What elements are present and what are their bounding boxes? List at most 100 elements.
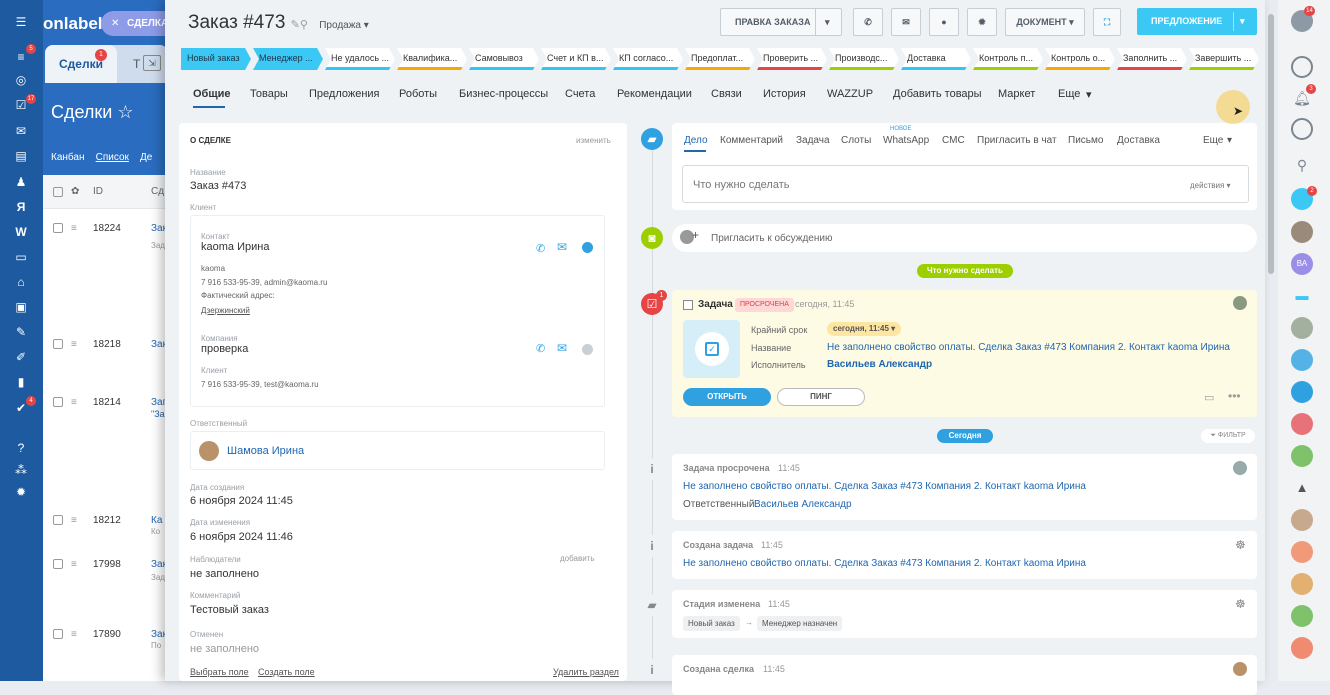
ping-button[interactable]: ПИНГ (777, 388, 865, 406)
composer-tab[interactable]: Доставка (1117, 135, 1160, 146)
delete-section-link[interactable]: Удалить раздел (553, 667, 619, 677)
download-icon[interactable]: ⇲ (143, 55, 161, 71)
stage-item[interactable]: Предоплат... (685, 48, 755, 70)
group-icon[interactable] (1291, 381, 1313, 403)
phone-icon[interactable]: ✆ (536, 242, 547, 255)
openline-icon[interactable] (1291, 637, 1313, 659)
document-button[interactable]: ДОКУМЕНТ ▾ (1005, 8, 1085, 36)
row-checkbox[interactable] (53, 515, 63, 525)
tab-item[interactable]: Бизнес-процессы (459, 88, 548, 100)
skype-icon[interactable] (582, 242, 593, 253)
tab-item[interactable]: Товары (250, 88, 288, 100)
phone-button[interactable]: ✆ (853, 8, 883, 36)
w-icon[interactable]: W (12, 224, 30, 240)
stage-item[interactable]: Производс... (829, 48, 899, 70)
bg-tab-deals[interactable]: Сделки (45, 45, 117, 83)
star-icon[interactable]: ☆ (117, 102, 133, 122)
email-button[interactable]: ✉ (891, 8, 921, 36)
row-checkbox[interactable] (53, 339, 63, 349)
executor-value[interactable]: Васильев Александр (827, 359, 932, 370)
composer-tab[interactable]: Задача (796, 135, 830, 146)
group-icon[interactable] (1291, 413, 1313, 435)
stage-item[interactable]: Квалифика... (397, 48, 467, 70)
history-resp-value[interactable]: Васильев Александр (754, 499, 852, 510)
notes-icon[interactable] (1291, 445, 1313, 467)
task-name-value[interactable]: Не заполнено свойство оплаты. Сделка Зак… (827, 342, 1230, 353)
row-checkbox[interactable] (53, 559, 63, 569)
calendar-icon[interactable]: ▤ (12, 148, 30, 164)
mail-icon[interactable]: ✉ (557, 341, 567, 355)
chart-icon[interactable]: ▮ (12, 374, 30, 390)
composer-tab[interactable]: Еще (1203, 135, 1223, 146)
bg-tab-next[interactable]: Т (133, 57, 140, 71)
chevron-down-icon[interactable]: ▾ (1086, 88, 1092, 101)
drag-icon[interactable]: ≡ (71, 339, 77, 350)
view-more[interactable]: Де (140, 152, 152, 163)
stage-item[interactable]: Не удалось ... (325, 48, 395, 70)
avatar[interactable]: ВА (1291, 253, 1313, 275)
history-link[interactable]: Не заполнено свойство оплаты. Сделка Зак… (683, 481, 1086, 492)
avatar[interactable] (1291, 573, 1313, 595)
stage-item[interactable]: Менеджер ... (253, 48, 323, 70)
drag-icon[interactable]: ≡ (71, 515, 77, 526)
stage-item[interactable]: Контроль п... (973, 48, 1043, 70)
chat-icon[interactable]: ◎ (12, 72, 30, 88)
invite-card[interactable]: + Пригласить к обсуждению (672, 224, 1257, 252)
chevron-down-icon[interactable]: ▾ (1240, 8, 1245, 35)
tab-item[interactable]: Добавить товары (893, 88, 982, 100)
edit-icon[interactable]: ✐ (12, 349, 30, 365)
edit-link[interactable]: изменить (576, 136, 611, 145)
drag-icon[interactable]: ≡ (71, 559, 77, 570)
settings-icon[interactable]: ✹ (12, 484, 30, 500)
responsible-name[interactable]: Шамова Ирина (227, 445, 304, 457)
tab-item[interactable]: Маркет (998, 88, 1035, 100)
tab-item[interactable]: WAZZUP (827, 88, 873, 100)
deadline-value[interactable]: сегодня, 11:45 ▾ (827, 322, 902, 336)
stage-item[interactable]: Новый заказ (181, 48, 251, 70)
composer-tab[interactable]: Пригласить в чат (977, 135, 1057, 146)
menu-icon[interactable]: ☰ (12, 14, 30, 30)
bag-icon[interactable]: ▣ (12, 299, 30, 315)
tab-item[interactable]: Общие (193, 88, 231, 100)
more-icon[interactable]: ••• (1228, 389, 1241, 403)
view-kanban[interactable]: Канбан (51, 152, 85, 163)
row-checkbox[interactable] (53, 397, 63, 407)
drag-icon[interactable]: ≡ (71, 629, 77, 640)
composer-tab[interactable]: Письмо (1068, 135, 1103, 146)
openline-icon[interactable] (1291, 605, 1313, 627)
copilot-icon[interactable] (1291, 56, 1313, 78)
row-checkbox[interactable] (53, 629, 63, 639)
stage-item[interactable]: Самовывоз (469, 48, 539, 70)
composer-tab[interactable]: Комментарий (720, 135, 783, 146)
create-field-link[interactable]: Создать поле (258, 667, 315, 677)
tab-item[interactable]: Еще (1058, 88, 1080, 100)
edit-title-icon[interactable]: ✎⚲ (291, 19, 308, 31)
stage-item[interactable]: Доставка (901, 48, 971, 70)
fullscreen-button[interactable]: ⛶ (1093, 8, 1121, 36)
row-name[interactable]: Ка (151, 515, 162, 526)
stage-item[interactable]: Счет и КП в... (541, 48, 611, 70)
card-icon[interactable]: ▬ (1291, 285, 1313, 307)
skype-icon[interactable] (582, 344, 593, 355)
stage-item[interactable]: Проверить ... (757, 48, 827, 70)
shop-icon[interactable]: ⌂ (12, 274, 30, 290)
view-list[interactable]: Список (96, 152, 129, 163)
tab-item[interactable]: Рекомендации (617, 88, 692, 100)
address-value[interactable]: Дзержинский (201, 306, 250, 315)
mail-icon[interactable]: ✉ (557, 240, 567, 254)
doc-icon[interactable]: ▭ (12, 249, 30, 265)
row-checkbox[interactable] (53, 223, 63, 233)
select-field-link[interactable]: Выбрать поле (190, 667, 249, 677)
bell-icon[interactable]: ▲ (1291, 477, 1313, 499)
actions-dropdown[interactable]: действия ▾ (1190, 181, 1231, 190)
contact-name[interactable]: kaoma Ирина (201, 241, 269, 253)
deal-category[interactable]: Продажа ▾ (319, 20, 369, 31)
offer-button[interactable]: ПРЕДЛОЖЕНИЕ ▾ (1137, 8, 1257, 35)
composer-tab[interactable]: Слоты (841, 135, 871, 146)
openline-icon[interactable] (1291, 541, 1313, 563)
chevron-down-icon[interactable]: ▾ (825, 9, 830, 35)
task-checkbox[interactable] (683, 300, 693, 310)
users-icon[interactable]: ♟ (12, 174, 30, 190)
drag-icon[interactable]: ≡ (71, 223, 77, 234)
ya-icon[interactable]: Я (12, 199, 30, 215)
